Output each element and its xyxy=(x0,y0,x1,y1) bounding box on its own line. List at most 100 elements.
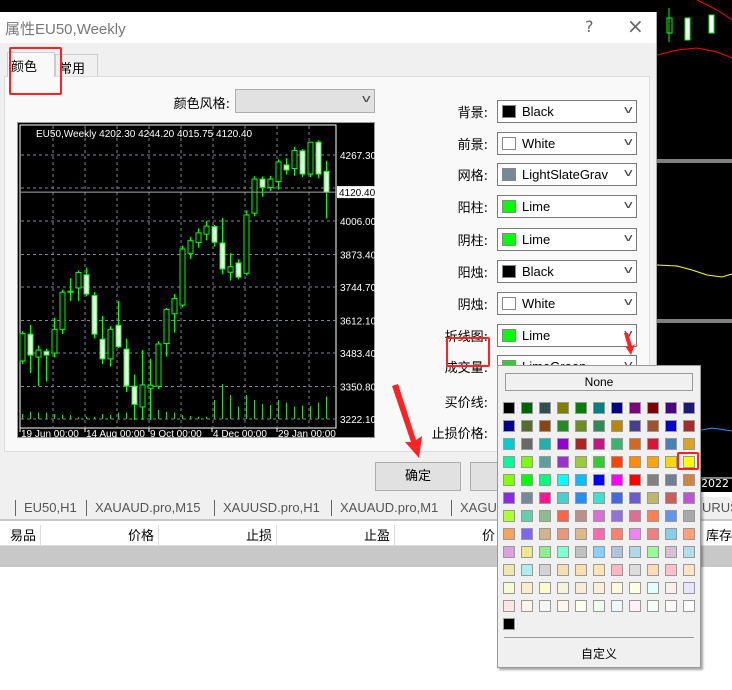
color-scheme-select[interactable]: v xyxy=(235,89,375,113)
color-cell[interactable] xyxy=(503,492,515,504)
color-cell[interactable] xyxy=(521,456,533,468)
column-header-swap[interactable]: 库存 xyxy=(700,525,732,546)
color-cell[interactable] xyxy=(593,546,605,558)
color-cell[interactable] xyxy=(539,402,551,414)
color-cell[interactable] xyxy=(611,582,623,594)
color-cell[interactable] xyxy=(629,492,641,504)
color-cell[interactable] xyxy=(575,510,587,522)
color-cell[interactable] xyxy=(539,510,551,522)
color-cell[interactable] xyxy=(557,510,569,522)
color-cell[interactable] xyxy=(503,600,515,612)
color-cell[interactable] xyxy=(503,546,515,558)
color-cell[interactable] xyxy=(575,546,587,558)
color-cell[interactable] xyxy=(593,438,605,450)
color-cell[interactable] xyxy=(539,582,551,594)
color-cell[interactable] xyxy=(503,474,515,486)
color-cell[interactable] xyxy=(575,474,587,486)
color-cell[interactable] xyxy=(589,452,609,472)
color-cell[interactable] xyxy=(539,492,551,504)
color-cell[interactable] xyxy=(557,420,569,432)
color-cell[interactable] xyxy=(629,528,641,540)
color-cell[interactable] xyxy=(503,618,515,630)
color-cell[interactable] xyxy=(521,474,533,486)
color-cell[interactable] xyxy=(503,582,515,594)
color-select[interactable]: White v xyxy=(497,132,637,155)
color-cell[interactable] xyxy=(665,474,677,486)
color-cell[interactable] xyxy=(539,528,551,540)
color-cell[interactable] xyxy=(611,402,623,414)
color-cell[interactable] xyxy=(683,420,695,432)
close-button[interactable]: × xyxy=(627,14,644,38)
color-cell[interactable] xyxy=(557,582,569,594)
color-select[interactable]: Black v xyxy=(497,100,637,123)
color-cell[interactable] xyxy=(575,564,587,576)
color-cell[interactable] xyxy=(647,420,659,432)
color-cell[interactable] xyxy=(593,564,605,576)
color-cell[interactable] xyxy=(521,438,533,450)
color-cell[interactable] xyxy=(647,402,659,414)
color-cell[interactable] xyxy=(629,438,641,450)
color-cell[interactable] xyxy=(683,528,695,540)
color-cell[interactable] xyxy=(521,582,533,594)
color-cell[interactable] xyxy=(611,600,623,612)
color-cell[interactable] xyxy=(539,600,551,612)
color-cell[interactable] xyxy=(503,456,515,468)
color-cell[interactable] xyxy=(629,510,641,522)
color-select[interactable]: LightSlateGrav v xyxy=(497,163,637,186)
color-cell[interactable] xyxy=(647,600,659,612)
color-cell[interactable] xyxy=(557,456,569,468)
color-cell[interactable] xyxy=(575,600,587,612)
color-cell[interactable] xyxy=(647,564,659,576)
color-cell[interactable] xyxy=(665,456,677,468)
color-cell[interactable] xyxy=(683,402,695,414)
color-cell[interactable] xyxy=(503,510,515,522)
chart-tab[interactable]: XAUAUD.pro,M15 xyxy=(86,500,200,516)
chart-tab[interactable]: EU50,H1 xyxy=(15,500,77,516)
color-cell[interactable] xyxy=(521,420,533,432)
color-cell[interactable] xyxy=(575,456,587,468)
color-cell[interactable] xyxy=(647,492,659,504)
color-cell[interactable] xyxy=(521,600,533,612)
color-cell[interactable] xyxy=(557,546,569,558)
color-cell[interactable] xyxy=(629,402,641,414)
chart-tab[interactable]: XAUUSD.pro,H1 xyxy=(214,500,320,516)
color-cell[interactable] xyxy=(683,582,695,594)
color-cell[interactable] xyxy=(503,528,515,540)
color-cell[interactable] xyxy=(647,438,659,450)
color-cell[interactable] xyxy=(611,564,623,576)
color-cell[interactable] xyxy=(611,474,623,486)
color-cell[interactable] xyxy=(665,546,677,558)
color-cell[interactable] xyxy=(557,564,569,576)
color-cell[interactable] xyxy=(665,510,677,522)
color-cell[interactable] xyxy=(629,474,641,486)
color-cell[interactable] xyxy=(539,546,551,558)
color-cell[interactable] xyxy=(665,600,677,612)
color-cell[interactable] xyxy=(557,600,569,612)
color-cell[interactable] xyxy=(503,564,515,576)
color-cell[interactable] xyxy=(647,582,659,594)
color-cell[interactable] xyxy=(575,582,587,594)
color-cell[interactable] xyxy=(557,402,569,414)
color-cell[interactable] xyxy=(593,582,605,594)
color-cell[interactable] xyxy=(629,600,641,612)
color-cell[interactable] xyxy=(647,474,659,486)
color-select[interactable]: Black v xyxy=(497,260,637,283)
color-cell[interactable] xyxy=(683,474,695,486)
color-cell[interactable] xyxy=(629,546,641,558)
none-color-button[interactable]: None xyxy=(505,373,693,391)
ok-button[interactable]: 确定 xyxy=(375,462,461,491)
color-cell[interactable] xyxy=(557,438,569,450)
column-header-symbol[interactable]: 易品种 xyxy=(0,525,41,563)
color-cell[interactable] xyxy=(539,456,551,468)
color-cell[interactable] xyxy=(665,420,677,432)
color-cell[interactable] xyxy=(593,510,605,522)
color-cell[interactable] xyxy=(557,492,569,504)
color-cell[interactable] xyxy=(521,564,533,576)
color-cell[interactable] xyxy=(683,492,695,504)
color-cell[interactable] xyxy=(521,492,533,504)
color-cell[interactable] xyxy=(647,456,659,468)
color-cell[interactable] xyxy=(611,510,623,522)
color-cell[interactable] xyxy=(665,492,677,504)
color-cell[interactable] xyxy=(503,402,515,414)
color-cell[interactable] xyxy=(593,402,605,414)
